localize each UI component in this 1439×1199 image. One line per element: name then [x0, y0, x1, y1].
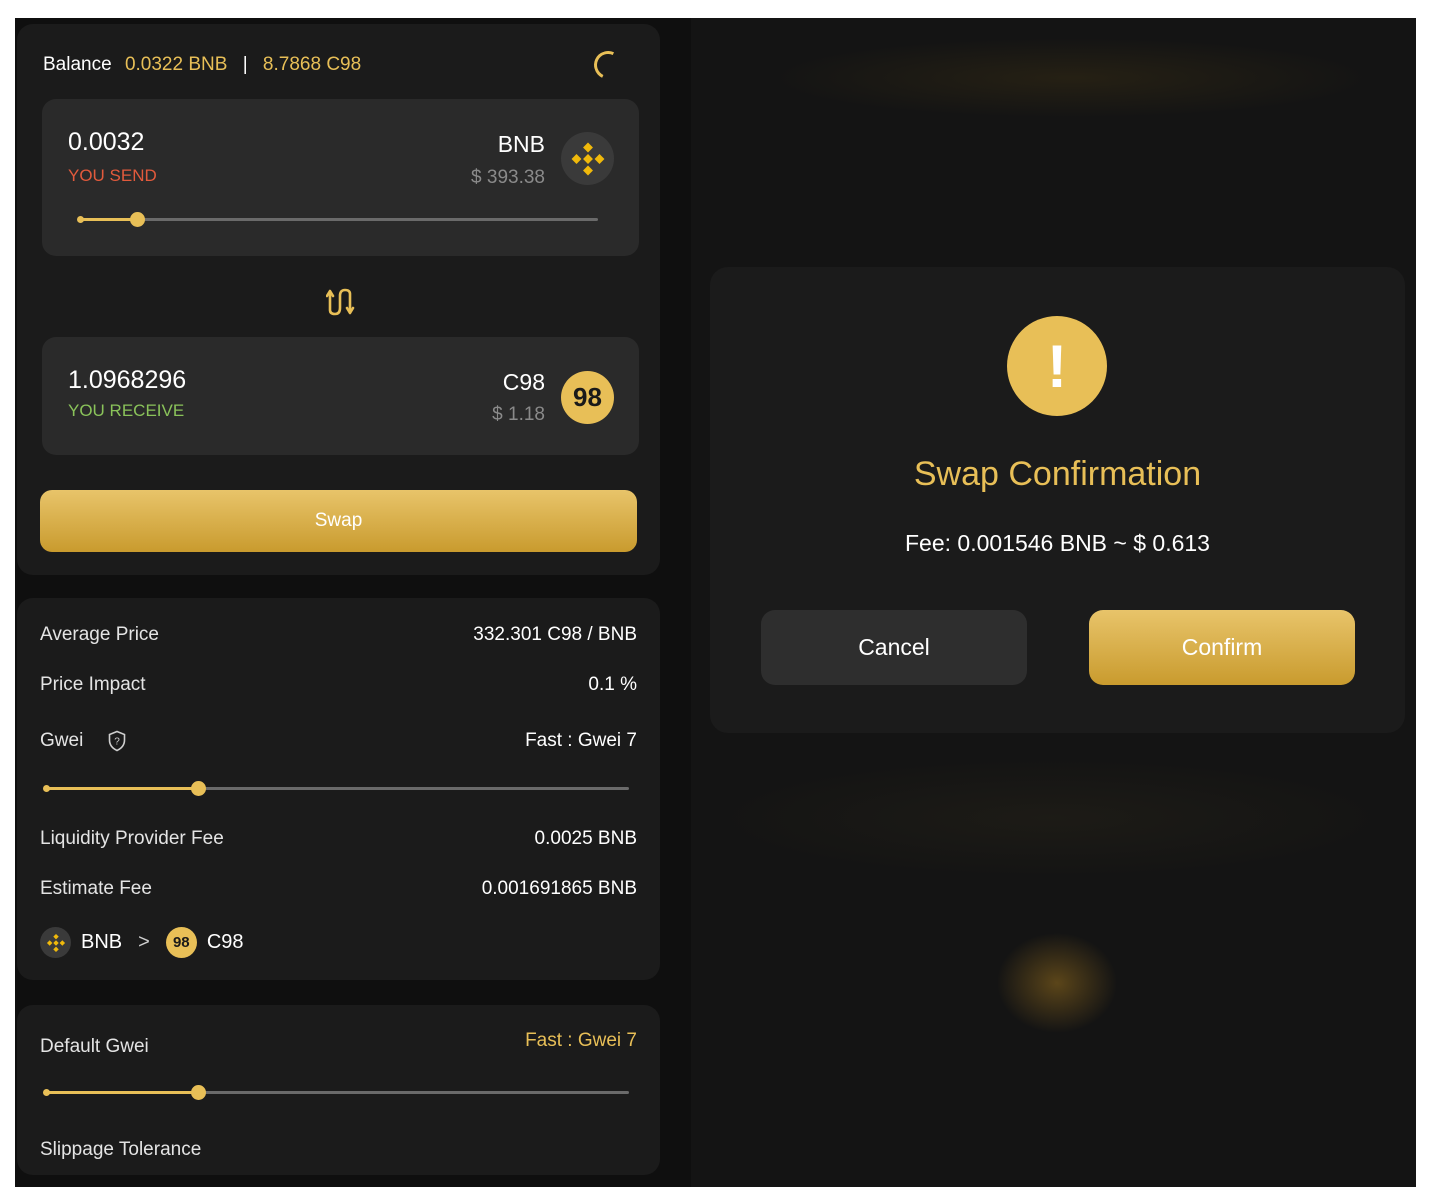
send-slider-thumb[interactable]	[129, 212, 145, 227]
swap-route: BNB > 98 C98	[40, 927, 244, 958]
default-gwei-slider-thumb[interactable]	[190, 1085, 206, 1100]
receive-label: YOU RECEIVE	[68, 401, 185, 420]
price-impact-value: 0.1 %	[588, 674, 637, 695]
estimate-fee-label: Estimate Fee	[40, 878, 152, 899]
gwei-slider-fill	[46, 787, 198, 790]
swap-card: Balance 0.0322 BNB | 8.7868 C98 0.0032 Y…	[17, 24, 660, 575]
gwei-slider-thumb[interactable]	[190, 781, 206, 796]
send-label: YOU SEND	[68, 166, 157, 185]
send-amount-slider[interactable]	[77, 212, 598, 227]
cancel-button[interactable]: Cancel	[761, 610, 1027, 685]
svg-text:?: ?	[114, 737, 120, 748]
average-price-value: 332.301 C98 / BNB	[473, 624, 637, 645]
c98-icon[interactable]: 98	[561, 371, 614, 424]
route-arrow-icon: >	[138, 931, 150, 953]
balance-bnb: 0.0322 BNB	[124, 54, 228, 75]
default-gwei-slider[interactable]	[43, 1085, 629, 1100]
modal-title: Swap Confirmation	[913, 455, 1202, 493]
default-gwei-label: Default Gwei	[40, 1036, 149, 1057]
send-token-box: 0.0032 YOU SEND BNB $ 393.38	[42, 99, 639, 256]
balance-label: Balance	[43, 54, 112, 75]
confirm-button[interactable]: Confirm	[1089, 610, 1355, 685]
lp-fee-label: Liquidity Provider Fee	[40, 828, 224, 849]
average-price-label: Average Price	[40, 624, 159, 645]
gwei-value: Fast : Gwei 7	[525, 730, 637, 751]
price-impact-label: Price Impact	[40, 674, 146, 695]
receive-token-box: 1.0968296 YOU RECEIVE C98 $ 1.18 98	[42, 337, 639, 455]
swap-direction-icon[interactable]	[326, 286, 356, 318]
send-token-usd: $ 393.38	[471, 167, 545, 188]
slippage-label: Slippage Tolerance	[40, 1139, 202, 1160]
balance-row: Balance 0.0322 BNB | 8.7868 C98	[43, 54, 361, 76]
modal-fee: Fee: 0.001546 BNB ~ $ 0.613	[905, 530, 1210, 556]
receive-token-symbol[interactable]: C98	[503, 369, 545, 396]
swap-details-card: Average Price 332.301 C98 / BNB Price Im…	[17, 598, 660, 980]
warning-icon: !	[1007, 316, 1107, 416]
bnb-icon[interactable]	[561, 132, 614, 185]
swap-app: Balance 0.0322 BNB | 8.7868 C98 0.0032 Y…	[15, 18, 1416, 1187]
send-amount[interactable]: 0.0032	[68, 128, 144, 157]
route-from: BNB	[81, 931, 123, 953]
swap-button[interactable]: Swap	[40, 490, 637, 552]
shield-help-icon[interactable]: ?	[107, 730, 127, 752]
route-bnb-icon	[40, 927, 71, 958]
swap-panel: Balance 0.0322 BNB | 8.7868 C98 0.0032 Y…	[15, 18, 691, 1187]
estimate-fee-value: 0.001691865 BNB	[481, 878, 637, 899]
send-slider-start	[77, 216, 84, 223]
gwei-slider-start	[43, 785, 50, 792]
default-gwei-value: Fast : Gwei 7	[525, 1030, 637, 1051]
route-c98-icon: 98	[165, 927, 197, 958]
route-to: C98	[206, 931, 244, 953]
receive-token-usd: $ 1.18	[492, 404, 545, 425]
gwei-slider[interactable]	[43, 781, 629, 796]
lp-fee-value: 0.0025 BNB	[534, 828, 637, 849]
send-slider-fill	[80, 218, 137, 221]
balance-c98: 8.7868 C98	[262, 54, 362, 75]
refresh-spinner-icon[interactable]	[590, 47, 626, 83]
balance-separator: |	[242, 54, 248, 75]
swap-confirmation-modal: ! Swap Confirmation Fee: 0.001546 BNB ~ …	[710, 267, 1405, 733]
receive-amount: 1.0968296	[68, 366, 187, 394]
default-gwei-slider-fill	[46, 1091, 198, 1094]
send-token-symbol[interactable]: BNB	[498, 131, 545, 158]
settings-card: Default Gwei Fast : Gwei 7 Slippage Tole…	[17, 1005, 660, 1175]
default-gwei-slider-start	[43, 1089, 50, 1096]
gwei-label: Gwei	[40, 730, 84, 751]
bnb-logo-icon	[571, 142, 604, 175]
bnb-logo-icon	[46, 933, 65, 952]
